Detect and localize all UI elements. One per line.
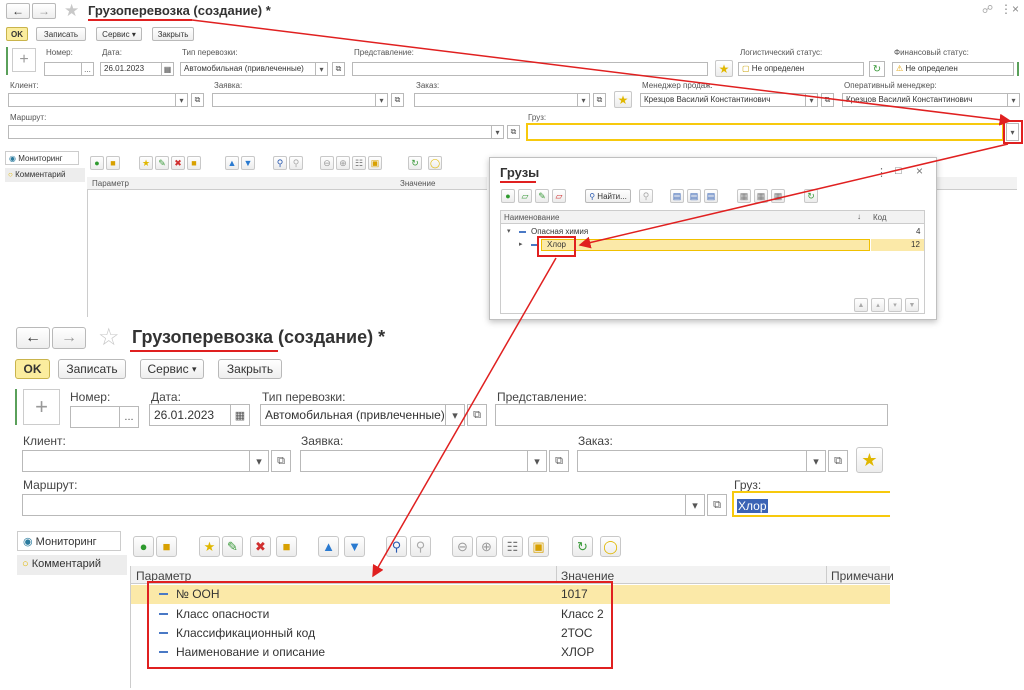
arrow-chlorine-to-table [372, 257, 557, 578]
arrow-title-to-dropdown [191, 19, 1012, 126]
annotation-arrows [191, 19, 1012, 578]
arrow-dropdown-to-popup [578, 143, 1009, 249]
